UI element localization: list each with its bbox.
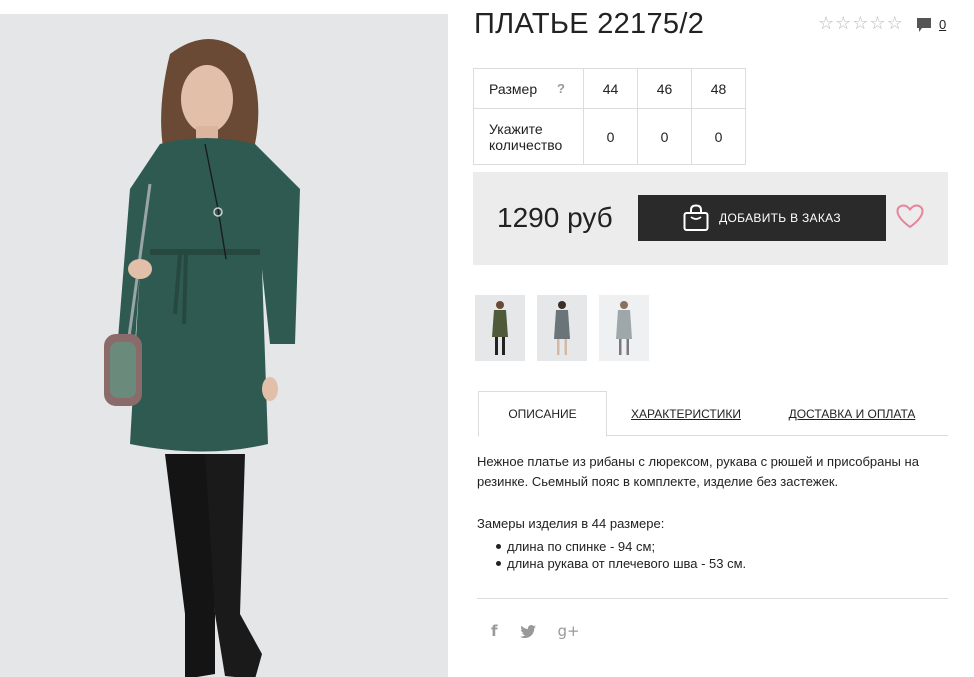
list-item: длина по спинке - 94 см; [495,538,746,555]
product-photo-dress [0,14,448,677]
social-share: f g+ [491,622,580,640]
star-icon[interactable]: ☆ [818,14,834,32]
star-icon[interactable]: ☆ [852,14,868,32]
thumb-dress-grey [537,295,587,361]
quantity-input-44[interactable]: 0 [583,108,638,165]
rating-stars[interactable]: ☆ ☆ ☆ ☆ ☆ [818,14,903,32]
thumbnail-strip [475,295,649,361]
quantity-input-46[interactable]: 0 [637,108,692,165]
product-tabs: ОПИСАНИЕ ХАРАКТЕРИСТИКИ ДОСТАВКА И ОПЛАТ… [478,391,948,437]
measurements-title: Замеры изделия в 44 размере: [477,516,665,531]
thumbnail[interactable] [475,295,525,361]
size-label: Размер [489,80,538,97]
purchase-panel: 1290 руб ДОБАВИТЬ В ЗАКАЗ [473,172,948,265]
tab-characteristics[interactable]: ХАРАКТЕРИСТИКИ [624,391,748,436]
star-icon[interactable]: ☆ [835,14,851,32]
quantity-label-cell: Укажите количество [473,108,584,165]
thumb-dress-light [599,295,649,361]
quantity-input-48[interactable]: 0 [691,108,746,165]
thumbnail[interactable] [599,295,649,361]
shopping-bag-icon [683,204,709,231]
tab-delivery-payment[interactable]: ДОСТАВКА И ОПЛАТА [784,391,920,436]
star-icon[interactable]: ☆ [869,14,885,32]
thumb-dress-green [475,295,525,361]
comments-link[interactable]: 0 [916,17,946,33]
add-to-order-button[interactable]: ДОБАВИТЬ В ЗАКАЗ [638,195,886,241]
twitter-icon[interactable] [519,624,536,638]
product-description: Нежное платье из рибаны с люрексом, рука… [477,454,919,489]
product-title: ПЛАТЬЕ 22175/2 [474,8,705,40]
size-table: Размер ? 44 46 48 Укажите количество 0 0… [473,68,746,165]
list-item: длина рукава от плечевого шва - 53 см. [495,556,747,571]
quantity-label-line2: количество [489,136,563,153]
comment-icon [917,18,931,32]
facebook-icon[interactable]: f [491,622,498,640]
quantity-row: Укажите количество 0 0 0 [473,108,746,165]
size-label-cell: Размер ? [473,68,584,109]
price: 1290 руб [497,202,613,233]
size-help-icon[interactable]: ? [557,81,565,96]
heart-icon[interactable] [896,204,924,229]
size-48: 48 [691,68,746,109]
thumbnail[interactable] [537,295,587,361]
add-to-order-label: ДОБАВИТЬ В ЗАКАЗ [719,211,841,225]
product-photo[interactable] [0,14,448,677]
comments-count[interactable]: 0 [939,18,946,32]
size-44: 44 [583,68,638,109]
size-46: 46 [637,68,692,109]
size-row: Размер ? 44 46 48 [473,68,746,109]
divider [477,598,948,599]
measurements-list: длина по спинке - 94 см; длина рукава от… [495,538,747,572]
quantity-label-line1: Укажите [489,120,543,137]
tab-description[interactable]: ОПИСАНИЕ [478,391,607,437]
star-icon[interactable]: ☆ [887,14,903,32]
google-plus-icon[interactable]: g+ [558,622,580,640]
